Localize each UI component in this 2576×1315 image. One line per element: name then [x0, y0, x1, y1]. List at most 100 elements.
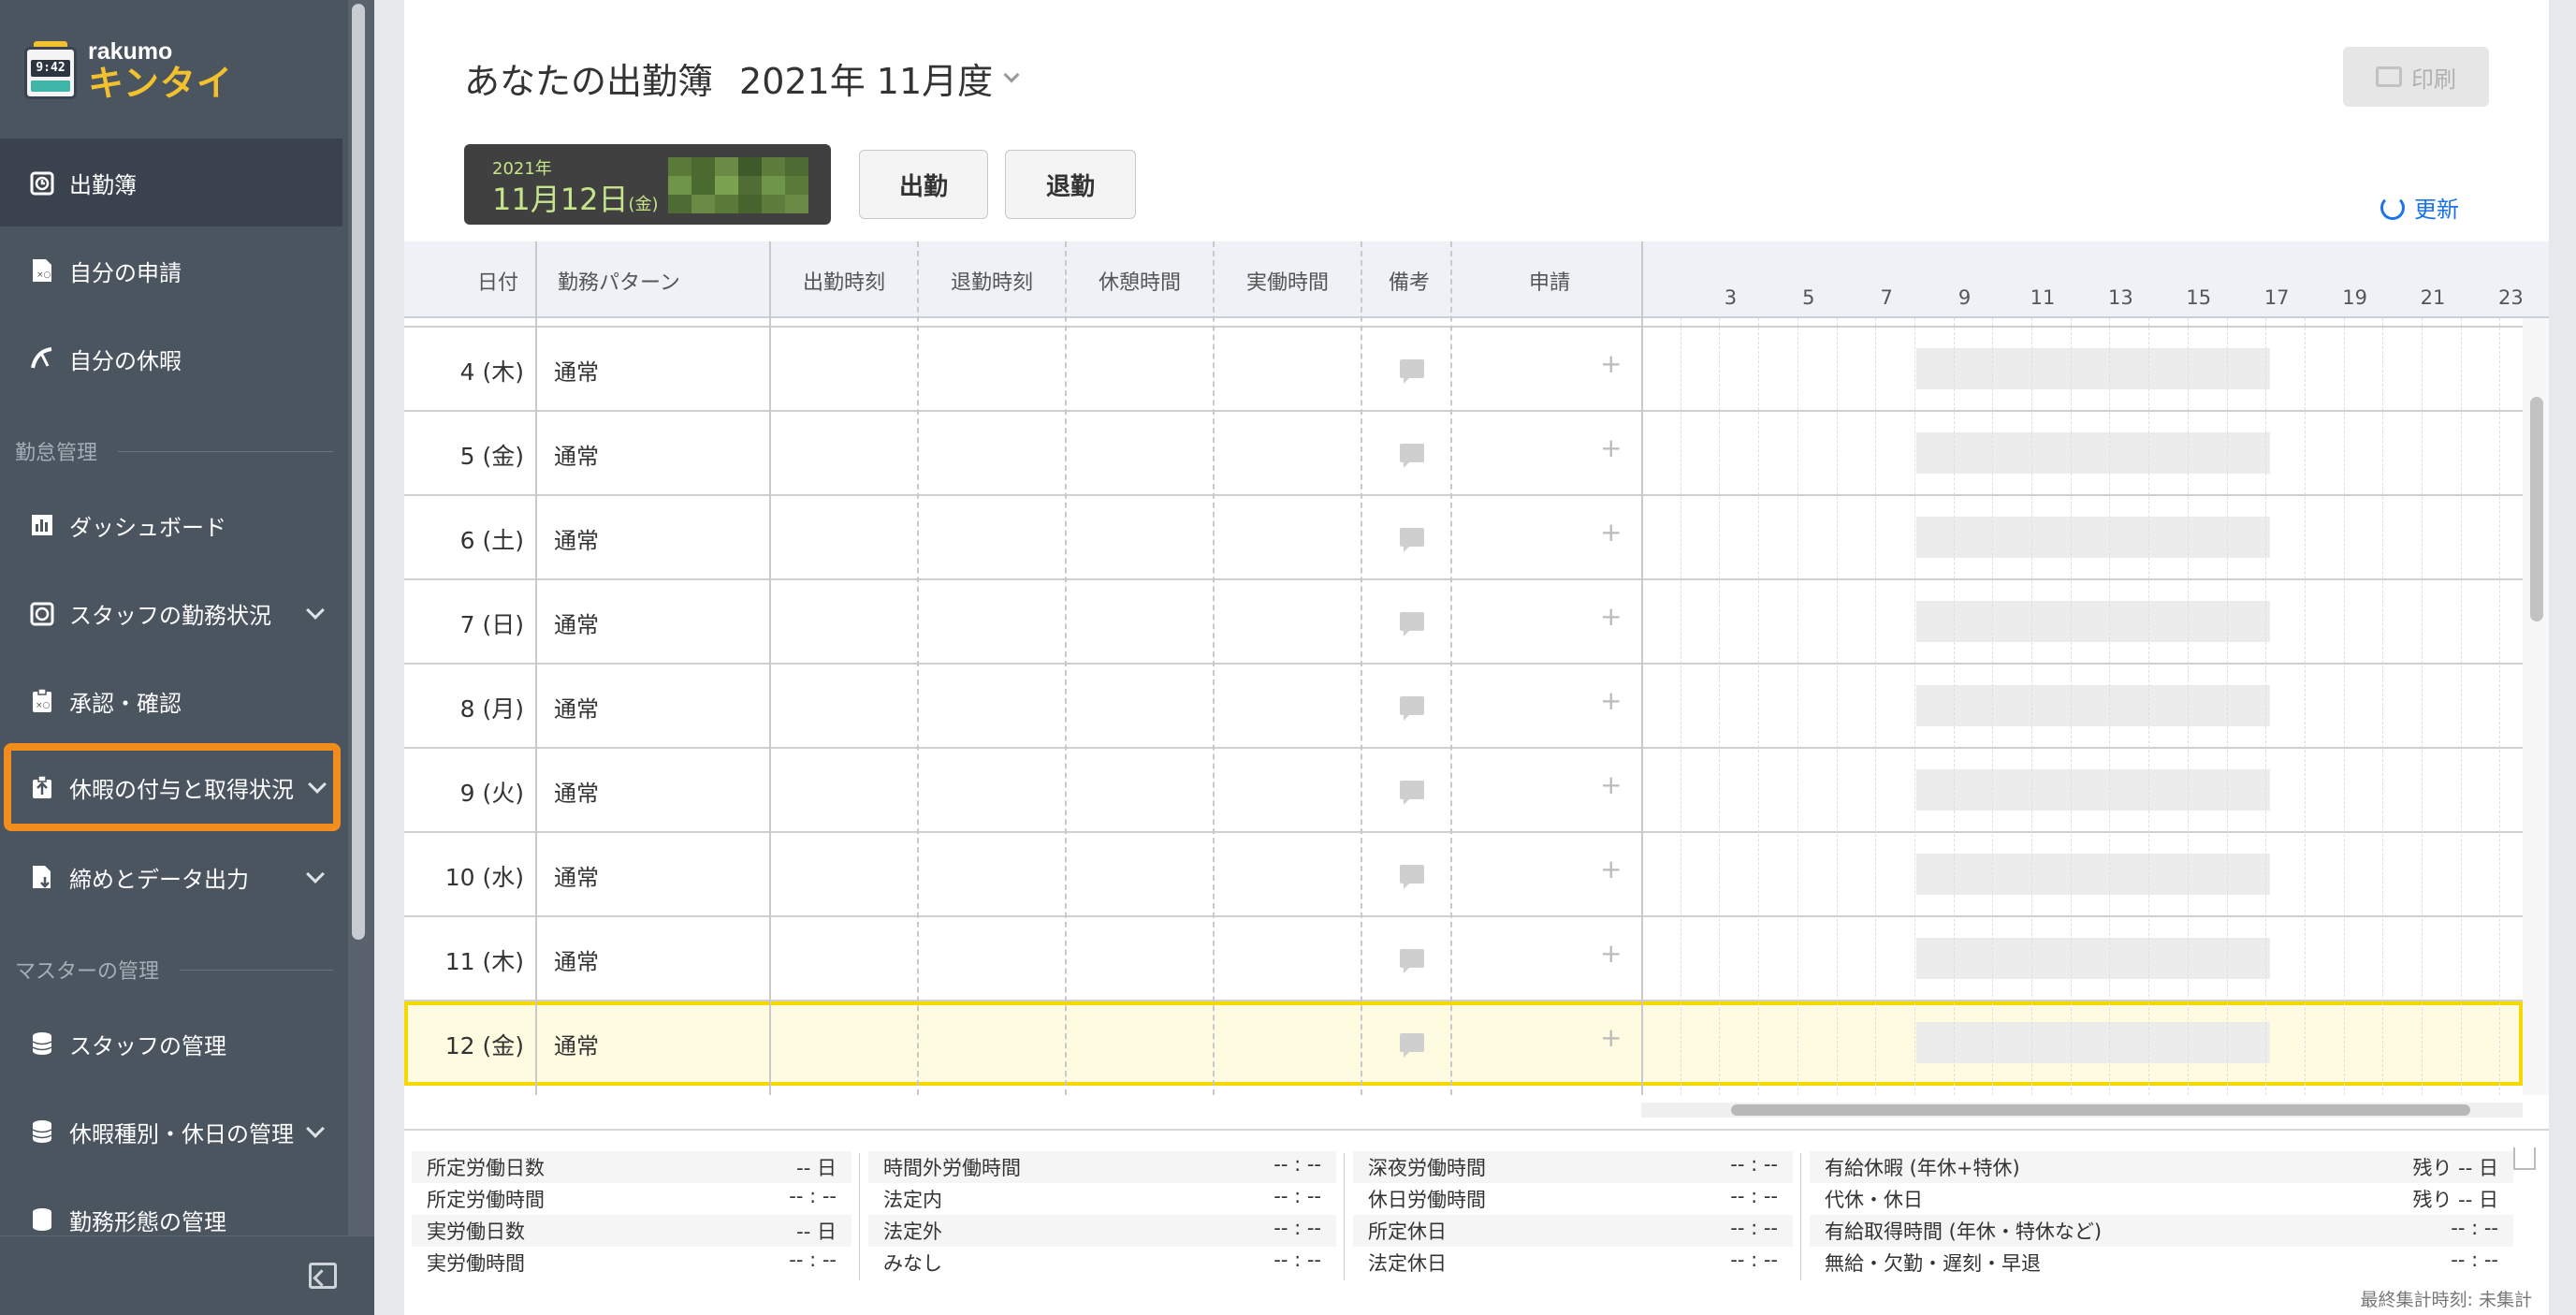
table-row[interactable]: 11 (木) 通常 + — [404, 917, 2523, 1001]
app-logo[interactable]: 9:42 rakumo キンタイ — [24, 39, 233, 104]
table-row[interactable]: 7 (日) 通常 + — [404, 580, 2523, 665]
chevron-down-icon[interactable] — [1003, 66, 1020, 82]
sidebar-item-close-export[interactable]: 締めとデータ出力 — [0, 833, 342, 921]
sidebar-item-label: 休暇の付与と取得状況 — [69, 776, 294, 803]
hour-tick: 21 — [2420, 286, 2446, 309]
collapse-sidebar-icon[interactable] — [309, 1263, 337, 1289]
add-request-icon[interactable]: + — [1600, 348, 1622, 379]
last-aggregated-note: 最終集計時刻: 未集計 — [2360, 1290, 2532, 1310]
row-date: 6 (土) — [459, 527, 524, 554]
sidebar-item-dashboard[interactable]: ダッシュボード — [0, 481, 342, 569]
clock-in-button[interactable]: 出勤 — [859, 150, 988, 219]
chevron-down-icon[interactable] — [308, 775, 327, 794]
logo-product: キンタイ — [88, 63, 233, 104]
page-title: あなたの出勤簿 2021年 11月度 — [464, 52, 1020, 104]
summary-label: 無給・欠勤・遅刻・早退 — [1825, 1252, 2041, 1275]
row-pattern: 通常 — [554, 612, 599, 638]
hour-gridline — [2461, 318, 2462, 1095]
table-row[interactable]: 12 (金) 通常 + — [404, 1001, 2523, 1086]
sidebar-item-label: 自分の申請 — [69, 259, 182, 286]
summary-value: 残り -- 日 — [2412, 1157, 2498, 1179]
add-request-icon[interactable]: + — [1600, 1022, 1622, 1053]
table-row[interactable]: 5 (金) 通常 + — [404, 412, 2523, 496]
scheduled-hours-bar — [1916, 517, 2270, 558]
comment-icon[interactable] — [1400, 359, 1424, 384]
sidebar-item-staff-management[interactable]: スタッフの管理 — [0, 1000, 342, 1088]
table-row[interactable]: 9 (火) 通常 + — [404, 749, 2523, 833]
scheduled-hours-bar — [1916, 938, 2270, 979]
summary-row: 無給・欠勤・遅刻・早退 -- : -- — [1810, 1247, 2513, 1278]
col-break: 休憩時間 — [1099, 271, 1182, 295]
column-divider — [535, 241, 537, 1095]
sidebar-item-attendance-book[interactable]: 出勤簿 — [0, 139, 342, 226]
sidebar-item-label: 休暇種別・休日の管理 — [69, 1120, 294, 1147]
sidebar-item-vacation-grants[interactable]: 休暇の付与と取得状況 — [4, 743, 341, 831]
add-request-icon[interactable]: + — [1600, 938, 1622, 969]
hour-gridline — [2265, 318, 2266, 1095]
summary-value: -- : -- — [2451, 1249, 2498, 1271]
add-request-icon[interactable]: + — [1600, 432, 1622, 463]
sidebar-item-my-vacation[interactable]: 自分の休暇 — [0, 314, 342, 402]
comment-icon[interactable] — [1400, 865, 1424, 889]
add-request-icon[interactable]: + — [1600, 769, 1622, 800]
add-request-icon[interactable]: + — [1600, 685, 1622, 716]
download-icon[interactable] — [2513, 1147, 2536, 1170]
summary-label: 所定労働時間 — [427, 1189, 545, 1211]
comment-icon[interactable] — [1400, 612, 1424, 636]
row-pattern: 通常 — [554, 696, 599, 723]
sidebar-item-label: スタッフの勤務状況 — [69, 602, 271, 629]
comment-icon[interactable] — [1400, 1033, 1424, 1058]
add-request-icon[interactable]: + — [1600, 517, 1622, 548]
vertical-scrollbar[interactable] — [2523, 318, 2549, 1095]
refresh-button[interactable]: 更新 — [2380, 191, 2459, 224]
summary-value: -- : -- — [1273, 1185, 1321, 1207]
summary-label: 法定内 — [883, 1189, 942, 1211]
sidebar-item-my-requests[interactable]: ×○ 自分の申請 — [0, 226, 342, 314]
sidebar-item-staff-status[interactable]: スタッフの勤務状況 — [0, 569, 342, 657]
table-row[interactable]: 6 (土) 通常 + — [404, 496, 2523, 580]
hour-tick: 11 — [2030, 286, 2056, 309]
add-request-icon[interactable]: + — [1600, 854, 1622, 884]
comment-icon[interactable] — [1400, 781, 1424, 805]
printer-icon — [2376, 66, 2402, 87]
summary-divider — [1344, 1153, 1345, 1280]
hour-gridline — [1837, 318, 1838, 1095]
sidebar-scrollbar-thumb[interactable] — [352, 4, 365, 940]
table-row[interactable]: 10 (水) 通常 + — [404, 833, 2523, 917]
summary-label: 所定労働日数 — [427, 1157, 545, 1179]
blurred-clock — [668, 157, 808, 213]
hour-gridline — [2227, 318, 2228, 1095]
request-icon: ×○ — [28, 256, 56, 285]
hour-tick: 7 — [1880, 286, 1893, 309]
table-row[interactable]: 4 (木) 通常 + — [404, 328, 2523, 412]
column-divider — [1065, 241, 1067, 1095]
column-divider — [1213, 241, 1215, 1095]
comment-icon[interactable] — [1400, 696, 1424, 721]
hour-gridline — [2109, 318, 2110, 1095]
clock-out-button[interactable]: 退勤 — [1005, 150, 1136, 219]
column-divider — [1361, 241, 1362, 1095]
sidebar-item-approval[interactable]: ×○ 承認・確認 — [0, 657, 342, 745]
summary-value: -- : -- — [1730, 1217, 1778, 1239]
chevron-down-icon[interactable] — [306, 865, 325, 884]
comment-icon[interactable] — [1400, 528, 1424, 552]
chevron-down-icon[interactable] — [306, 601, 325, 620]
col-pattern: 勤務パターン — [558, 271, 680, 295]
hour-tick: 23 — [2498, 286, 2524, 309]
summary-value: -- : -- — [789, 1185, 837, 1207]
chevron-down-icon[interactable] — [306, 1119, 325, 1138]
add-request-icon[interactable]: + — [1600, 601, 1622, 632]
row-pattern: 通常 — [554, 949, 599, 975]
summary-value: -- : -- — [1730, 1153, 1778, 1176]
sidebar-item-vacation-types[interactable]: 休暇種別・休日の管理 — [0, 1088, 342, 1176]
sidebar-item-label: 自分の休暇 — [69, 347, 182, 374]
table-row[interactable]: 8 (月) 通常 + — [404, 665, 2523, 749]
comment-icon[interactable] — [1400, 949, 1424, 973]
comment-icon[interactable] — [1400, 444, 1424, 468]
scheduled-hours-bar — [1916, 432, 2270, 474]
summary-row: みなし -- : -- — [868, 1247, 1336, 1278]
horizontal-scrollbar[interactable] — [1641, 1103, 2523, 1118]
print-button[interactable]: 印刷 — [2343, 47, 2489, 107]
month-selector[interactable]: 2021年 11月度 — [739, 52, 993, 104]
col-notes: 備考 — [1389, 271, 1431, 295]
